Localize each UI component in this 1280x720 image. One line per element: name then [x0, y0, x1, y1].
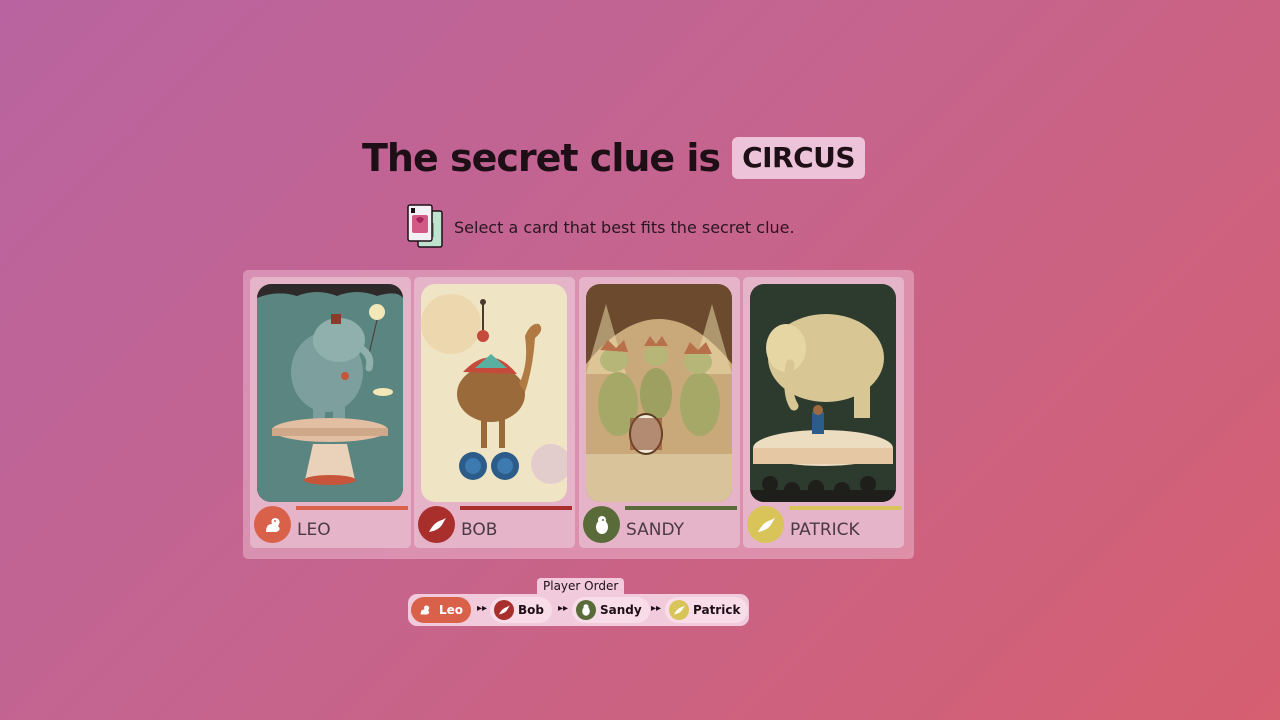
- player-color-bar: [460, 506, 572, 510]
- card-image-dinosaur-band[interactable]: [586, 284, 732, 502]
- player-color-bar: [296, 506, 408, 510]
- instruction: Select a card that best fits the secret …: [406, 203, 795, 251]
- title-text: The secret clue is: [362, 136, 721, 180]
- squirrel-icon: [254, 506, 291, 543]
- clue-badge: CIRCUS: [732, 137, 866, 179]
- card-slot-bob[interactable]: BOB: [414, 277, 575, 548]
- squirrel-icon: [415, 600, 435, 620]
- order-chip-sandy: Sandy: [572, 597, 650, 623]
- order-player-name: Bob: [518, 603, 544, 617]
- player-color-bar: [789, 506, 901, 510]
- double-arrow-icon: ▸▸: [477, 603, 488, 614]
- card-owner-patrick: PATRICK: [747, 506, 902, 546]
- player-color-bar: [625, 506, 737, 510]
- card-slot-sandy[interactable]: SANDY: [579, 277, 740, 548]
- order-player-name: Sandy: [600, 603, 642, 617]
- player-name: SANDY: [626, 520, 684, 540]
- player-name: PATRICK: [790, 520, 860, 540]
- player-order-label: Player Order: [537, 578, 625, 595]
- bird-icon: [418, 506, 455, 543]
- beaver-icon: [583, 506, 620, 543]
- double-arrow-icon: ▸▸: [558, 603, 569, 614]
- card-owner-bob: BOB: [418, 506, 573, 546]
- order-player-name: Patrick: [693, 603, 741, 617]
- card-image-elephant-balloon[interactable]: [257, 284, 403, 502]
- secret-clue-heading: The secret clue is CIRCUS: [362, 136, 866, 180]
- order-chip-patrick: Patrick: [665, 597, 749, 623]
- card-slot-leo[interactable]: LEO: [250, 277, 411, 548]
- bird-icon: [494, 600, 514, 620]
- card-slot-patrick[interactable]: PATRICK: [743, 277, 904, 548]
- order-player-name: Leo: [439, 603, 464, 617]
- card-owner-sandy: SANDY: [583, 506, 738, 546]
- bird-icon: [747, 506, 784, 543]
- card-owner-leo: LEO: [254, 506, 409, 546]
- double-arrow-icon: ▸▸: [651, 603, 662, 614]
- player-name: LEO: [297, 520, 331, 540]
- player-order-strip: Leo ▸▸ Bob ▸▸ Sandy ▸▸ Patrick: [408, 594, 749, 626]
- card-image-elephant-crowd[interactable]: [750, 284, 896, 502]
- bird-icon: [669, 600, 689, 620]
- beaver-icon: [576, 600, 596, 620]
- card-image-camel-unicycle[interactable]: [421, 284, 567, 502]
- playing-cards-icon: [406, 203, 446, 251]
- card-board: LEO BOB SANDY PATRICK: [243, 270, 914, 559]
- player-name: BOB: [461, 520, 498, 540]
- order-chip-bob: Bob: [490, 597, 552, 623]
- order-chip-leo: Leo: [411, 597, 472, 623]
- instruction-text: Select a card that best fits the secret …: [454, 217, 795, 237]
